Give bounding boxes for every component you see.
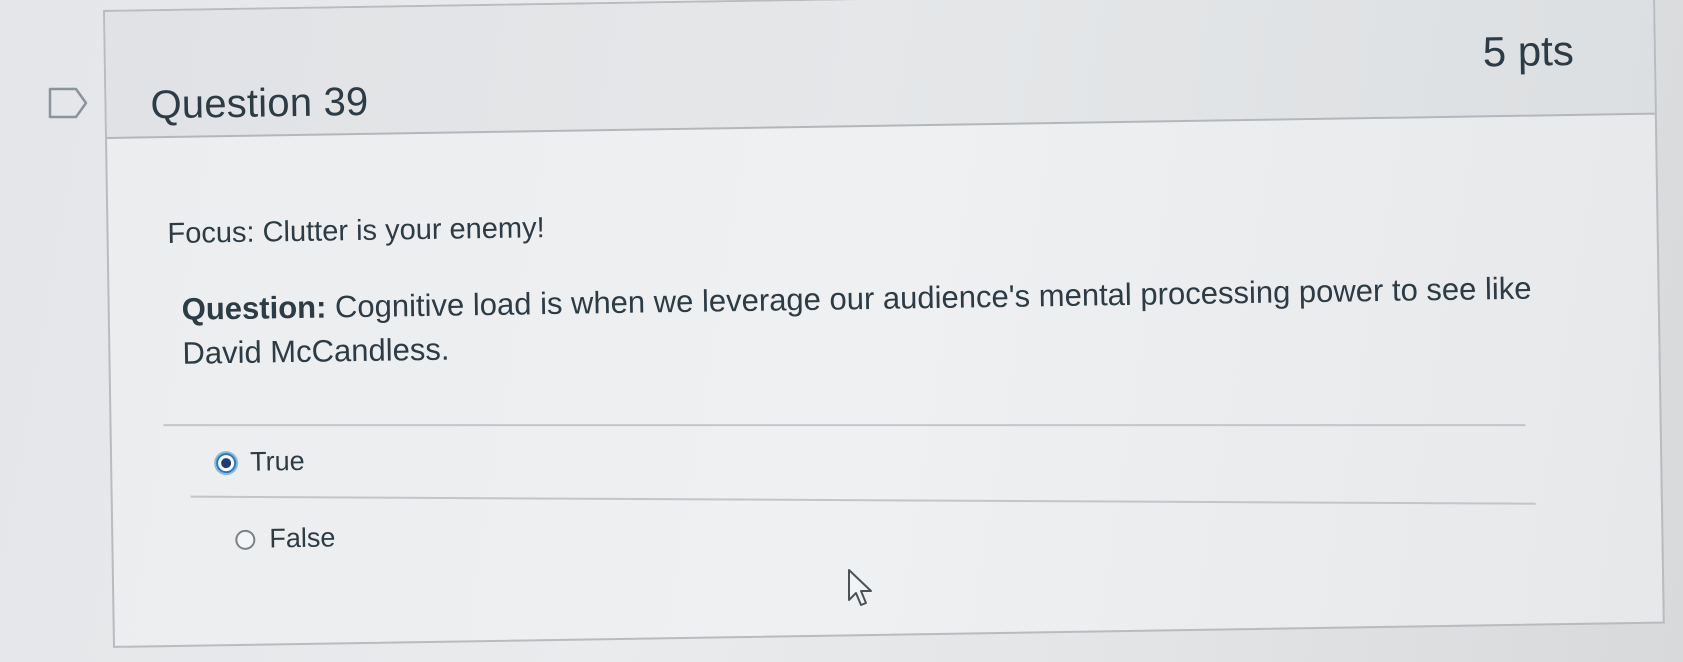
flag-question-icon[interactable] (48, 86, 88, 120)
radio-checked-icon[interactable] (215, 452, 237, 473)
answer-label: False (269, 522, 336, 554)
question-prompt: Question: Cognitive load is when we leve… (181, 266, 1542, 375)
mouse-pointer-icon (848, 569, 872, 606)
question-title: Question 39 (150, 79, 369, 128)
answer-label: True (249, 445, 305, 477)
radio-unchecked-icon[interactable] (235, 529, 256, 550)
question-prompt-label: Question: (181, 289, 327, 327)
answer-divider (190, 495, 1536, 505)
answer-option-false[interactable]: False (235, 522, 336, 555)
answer-divider (163, 424, 1526, 427)
answer-option-true[interactable]: True (215, 445, 305, 478)
question-points: 5 pts (1482, 26, 1575, 76)
question-body: Focus: Clutter is your enemy! Question: … (107, 115, 1663, 646)
question-card: Question 39 5 pts Focus: Clutter is your… (103, 0, 1665, 648)
question-prompt-text: Cognitive load is when we leverage our a… (182, 270, 1532, 371)
focus-text: Focus: Clutter is your enemy! (167, 212, 545, 251)
